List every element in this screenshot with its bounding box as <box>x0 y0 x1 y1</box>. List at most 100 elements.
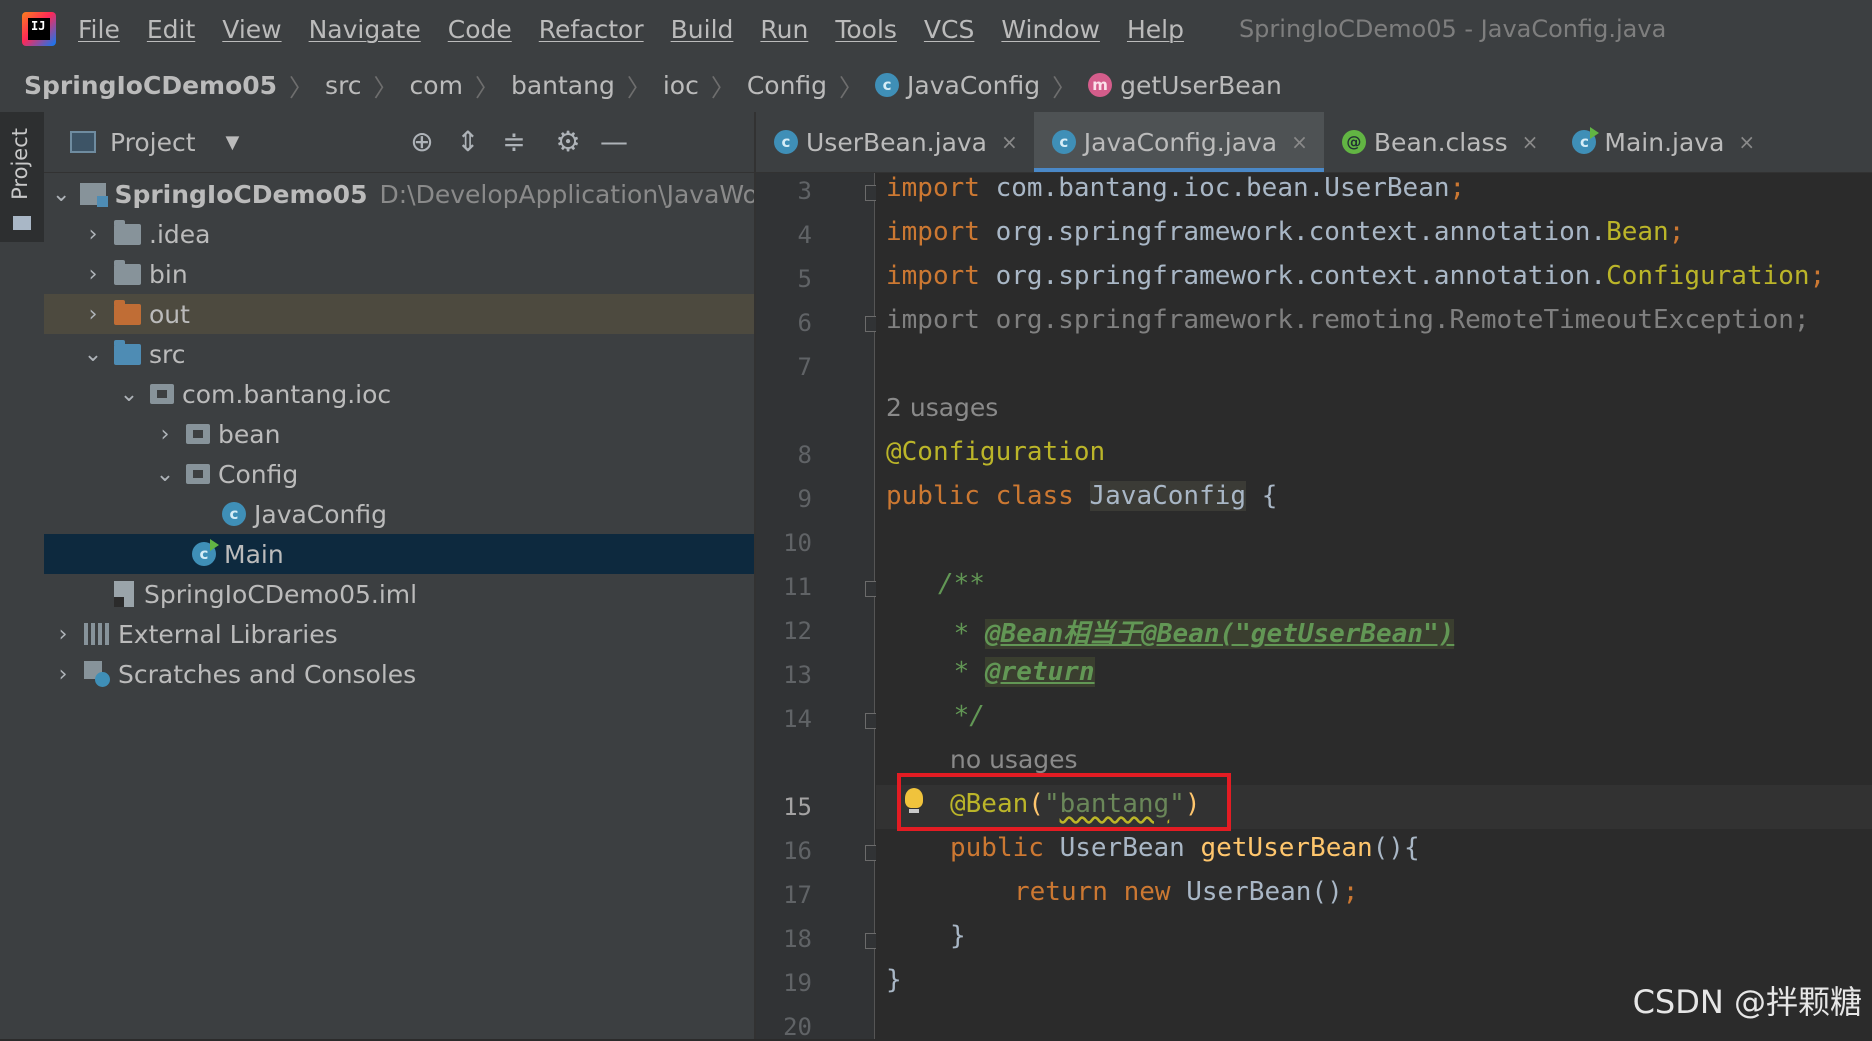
code-line-19: } <box>886 965 902 995</box>
chevron-down-icon[interactable]: ⌄ <box>118 382 140 407</box>
menu-vcs[interactable]: VCS <box>924 15 974 44</box>
breadcrumb-com[interactable]: com <box>410 71 463 100</box>
line-number: 3 <box>797 177 812 205</box>
folder-icon <box>114 259 141 285</box>
close-icon[interactable]: × <box>1738 130 1755 154</box>
keyword: import <box>886 261 980 291</box>
tab-userbean[interactable]: c UserBean.java × <box>756 112 1034 172</box>
menu-view[interactable]: View <box>222 15 281 44</box>
tree-item-label: JavaConfig <box>254 499 388 529</box>
code-editor[interactable]: import com.bantang.ioc.bean.UserBean; im… <box>876 173 1872 1039</box>
breadcrumb-config[interactable]: Config <box>747 71 827 100</box>
project-view-selector[interactable]: Project <box>110 128 196 157</box>
keyword: return new <box>1014 877 1187 907</box>
chevron-right-icon[interactable]: › <box>154 422 176 447</box>
code-line-4: import org.springframework.context.annot… <box>886 217 1684 247</box>
project-path: D:\DevelopApplication\JavaWorkS <box>379 179 754 209</box>
tree-item-package[interactable]: ⌄ com.bantang.ioc <box>44 374 754 414</box>
editor-gutter[interactable]: 3 4 5 6 7 8 9 10 11 12 13 14 15 16 17 18… <box>756 173 875 1041</box>
line-number: 10 <box>783 529 812 557</box>
menu-window[interactable]: Window <box>1001 15 1100 44</box>
class-icon: c <box>1051 130 1076 154</box>
chevron-down-icon[interactable]: ⌄ <box>52 182 70 207</box>
chevron-down-icon[interactable]: ▼ <box>226 132 240 153</box>
intellij-logo-icon[interactable]: IJ <box>22 12 56 46</box>
menu-tools[interactable]: Tools <box>835 15 897 44</box>
chevron-down-icon[interactable]: ⌄ <box>82 342 104 367</box>
tab-bean-class[interactable]: @ Bean.class × <box>1324 112 1554 172</box>
tree-item-bean[interactable]: › bean <box>44 414 754 454</box>
tree-item-label: bean <box>218 419 281 449</box>
expand-all-icon[interactable]: ⇕ <box>452 126 484 158</box>
breadcrumb-ioc[interactable]: ioc <box>663 71 699 100</box>
menu-build[interactable]: Build <box>671 15 734 44</box>
menu-refactor[interactable]: Refactor <box>539 15 644 44</box>
code-line-11: /** <box>938 569 985 599</box>
menu-edit[interactable]: Edit <box>147 15 195 44</box>
runnable-class-icon: c <box>1572 127 1600 154</box>
tree-item-idea[interactable]: › .idea <box>44 214 754 254</box>
menu-file[interactable]: File <box>78 15 120 44</box>
module-file-icon <box>114 581 134 607</box>
chevron-right-icon[interactable]: › <box>82 262 104 287</box>
chevron-down-icon[interactable]: ⌄ <box>154 462 176 487</box>
tree-item-javaconfig[interactable]: › c JavaConfig <box>44 494 754 534</box>
close-icon[interactable]: × <box>1001 130 1018 154</box>
code-line-3: import com.bantang.ioc.bean.UserBean; <box>886 173 1465 203</box>
breadcrumb-bantang[interactable]: bantang <box>511 71 615 100</box>
breadcrumb-method[interactable]: m getUserBean <box>1088 71 1282 100</box>
code-text: org.springframework.context.annotation. <box>979 217 1607 247</box>
type-name: UserBean <box>1059 833 1201 863</box>
package-icon <box>150 384 174 404</box>
menu-run[interactable]: Run <box>760 15 808 44</box>
tab-label: JavaConfig.java <box>1083 127 1278 157</box>
class-name: JavaConfig <box>1089 481 1247 511</box>
annotation-type: Configuration <box>1606 261 1810 291</box>
tree-item-label: com.bantang.ioc <box>182 379 392 409</box>
tree-item-label: .idea <box>149 219 211 249</box>
close-icon[interactable]: × <box>1291 130 1308 154</box>
breadcrumb-src[interactable]: src <box>325 71 362 100</box>
tab-javaconfig[interactable]: c JavaConfig.java × <box>1033 112 1325 172</box>
tool-window-stripe: Project <box>0 112 45 1039</box>
tab-main[interactable]: c Main.java × <box>1554 112 1771 172</box>
tree-item-src[interactable]: ⌄ src <box>44 334 754 374</box>
package-icon <box>186 424 210 444</box>
tree-item-config[interactable]: ⌄ Config <box>44 454 754 494</box>
line-number: 7 <box>797 353 812 381</box>
gear-icon[interactable]: ⚙ <box>552 126 584 158</box>
annotation-icon: @ <box>1341 130 1366 154</box>
close-icon[interactable]: × <box>1522 130 1539 154</box>
breadcrumb-javaconfig-label: JavaConfig <box>907 70 1041 100</box>
menu-help[interactable]: Help <box>1127 15 1184 44</box>
collapse-all-icon[interactable]: ≑ <box>498 126 530 158</box>
chevron-right-icon[interactable]: › <box>82 302 104 327</box>
tree-item-scratches[interactable]: › Scratches and Consoles <box>44 654 754 694</box>
chevron-right-icon: 〉 <box>1052 73 1077 102</box>
doc-star: * <box>938 657 985 687</box>
chevron-right-icon[interactable]: › <box>52 662 74 687</box>
tree-item-out[interactable]: › out <box>44 294 754 334</box>
breadcrumb-javaconfig[interactable]: c JavaConfig <box>875 71 1040 100</box>
tree-item-bin[interactable]: › bin <box>44 254 754 294</box>
menu-navigate[interactable]: Navigate <box>309 15 421 44</box>
tree-item-external-libraries[interactable]: › External Libraries <box>44 614 754 654</box>
tree-item-iml[interactable]: › SpringIoCDemo05.iml <box>44 574 754 614</box>
project-tool-button[interactable]: Project <box>0 112 44 242</box>
watermark: CSDN @拌颗糖 <box>1632 983 1862 1021</box>
tree-item-project-root[interactable]: ⌄ SpringIoCDemo05 D:\DevelopApplication\… <box>44 174 754 214</box>
project-panel-header: Project ▼ ⊕ ⇕ ≑ ⚙ — <box>44 112 754 173</box>
chevron-right-icon[interactable]: › <box>82 222 104 247</box>
chevron-right-icon: 〉 <box>373 73 398 102</box>
libraries-icon <box>84 623 110 645</box>
tree-item-label: out <box>149 299 190 329</box>
tree-item-main[interactable]: › c Main <box>44 534 754 574</box>
line-number: 8 <box>797 441 812 469</box>
minimize-icon[interactable]: — <box>598 126 630 158</box>
breadcrumb-project[interactable]: SpringIoCDemo05 <box>24 71 277 100</box>
menu-code[interactable]: Code <box>448 15 512 44</box>
no-usages-hint[interactable]: no usages <box>950 745 1078 774</box>
usages-hint[interactable]: 2 usages <box>886 393 998 422</box>
locate-icon[interactable]: ⊕ <box>406 126 438 158</box>
chevron-right-icon[interactable]: › <box>52 622 74 647</box>
